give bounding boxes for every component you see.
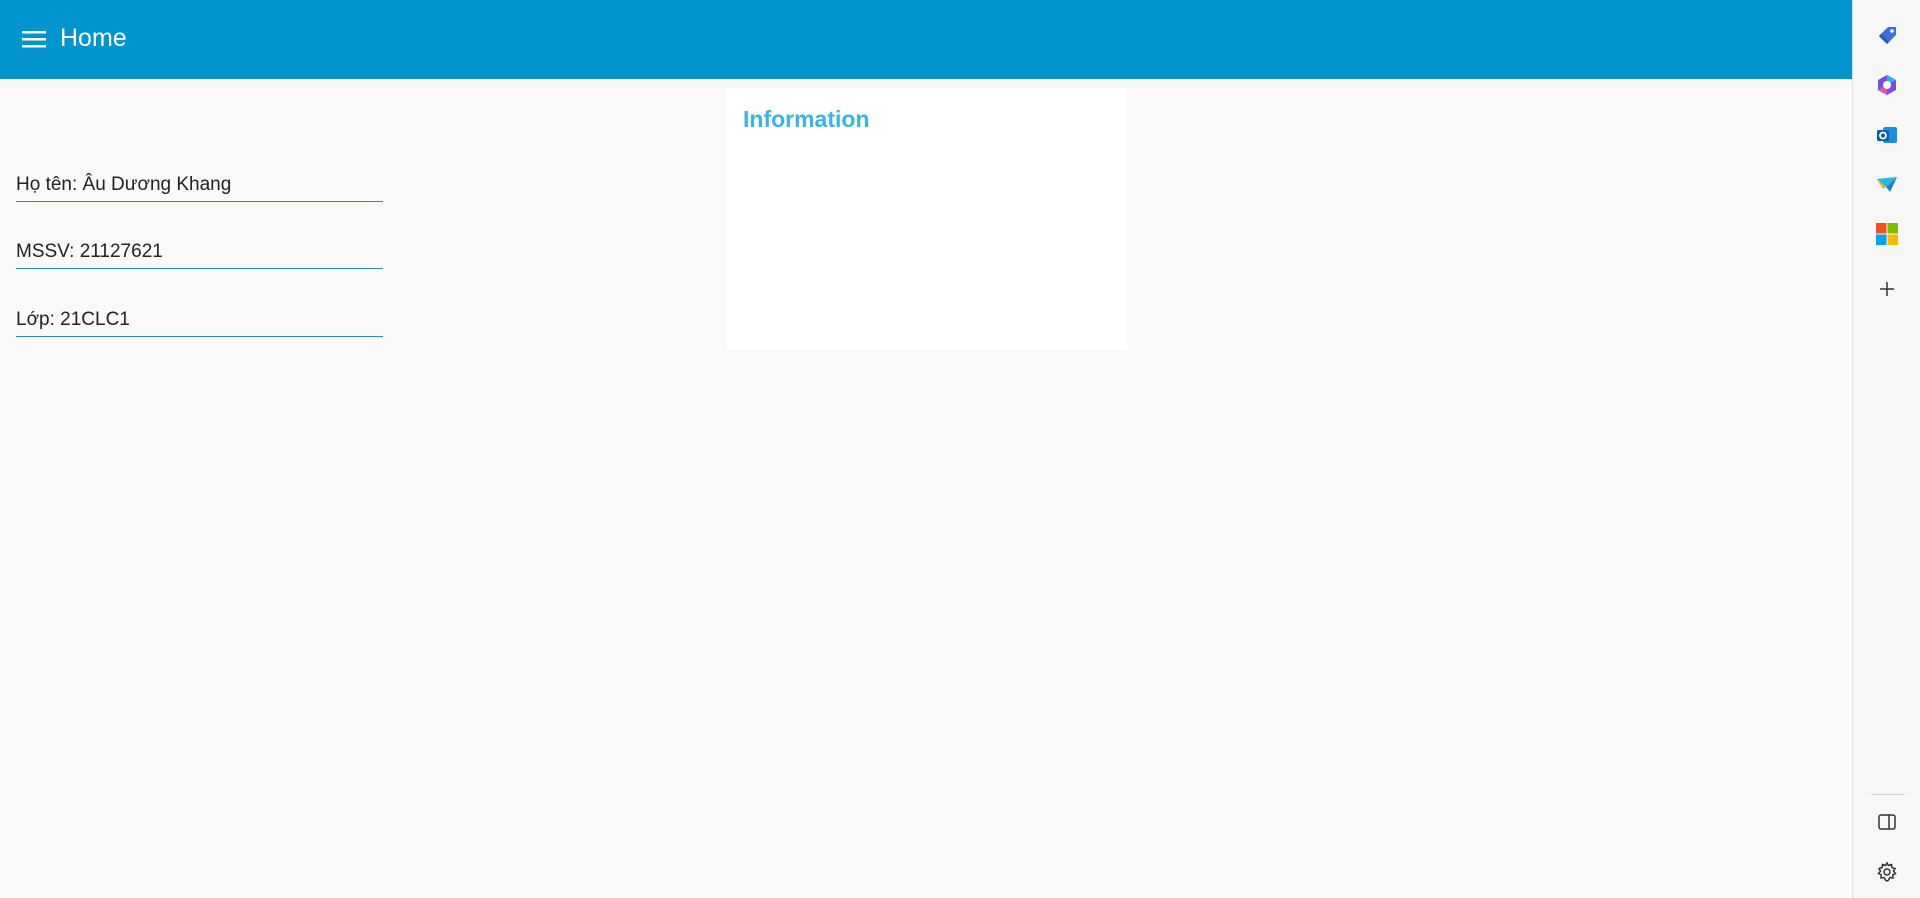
copilot-icon[interactable] bbox=[1875, 73, 1899, 97]
split-screen-icon[interactable] bbox=[1875, 810, 1899, 834]
card-title: Information bbox=[743, 106, 870, 132]
sidebar-divider bbox=[1871, 794, 1905, 795]
app-window: Home Information Họ tên: Âu Dương Khang … bbox=[0, 0, 1852, 898]
outlook-icon[interactable] bbox=[1875, 123, 1899, 147]
send-icon[interactable] bbox=[1875, 173, 1899, 197]
full-name-field[interactable]: Họ tên: Âu Dương Khang bbox=[16, 172, 383, 202]
add-icon[interactable] bbox=[1875, 277, 1899, 301]
microsoft-365-icon[interactable] bbox=[1875, 222, 1899, 246]
browser-sidebar bbox=[1852, 0, 1920, 898]
settings-icon[interactable] bbox=[1875, 860, 1899, 884]
student-id-field[interactable]: MSSV: 21127621 bbox=[16, 239, 383, 269]
tag-icon[interactable] bbox=[1875, 23, 1899, 47]
hamburger-menu-icon[interactable] bbox=[22, 29, 46, 49]
top-app-bar: Home bbox=[0, 0, 1852, 79]
class-field[interactable]: Lớp: 21CLC1 bbox=[16, 307, 383, 337]
page-title: Home bbox=[60, 24, 127, 52]
information-card: Information bbox=[727, 88, 1127, 350]
